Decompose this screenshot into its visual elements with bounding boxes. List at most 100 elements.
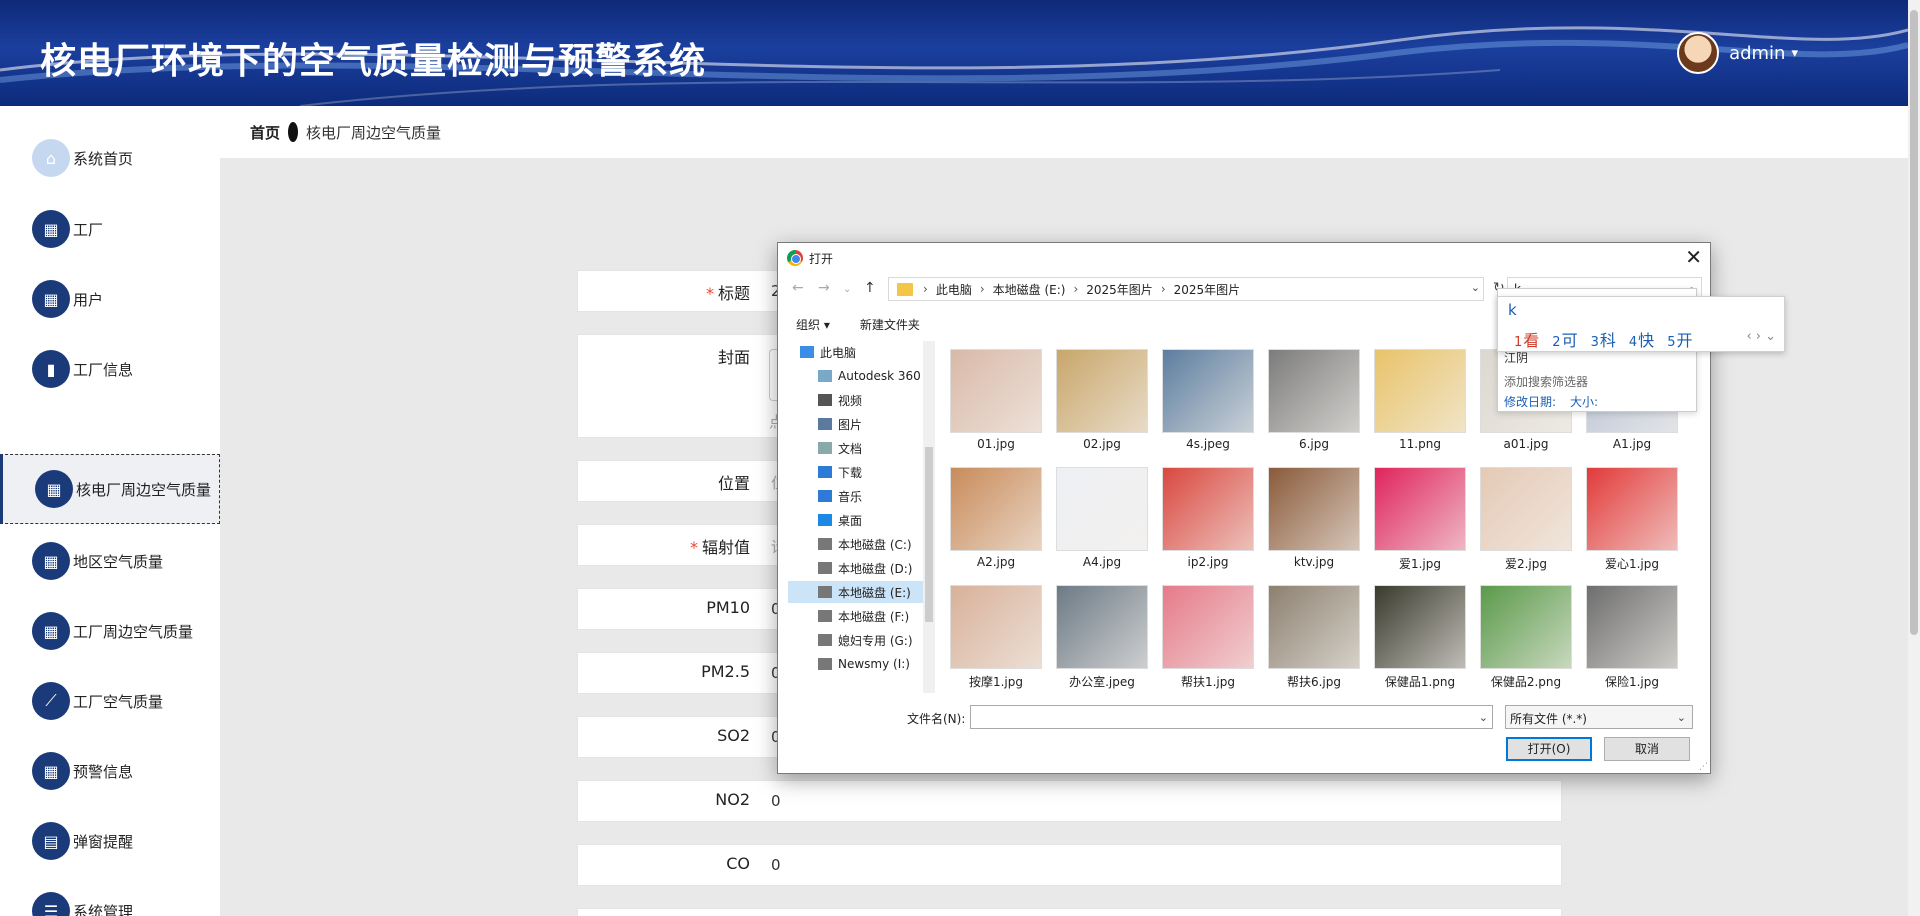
ime-candidate[interactable]: 3科 [1591,327,1616,351]
user-menu[interactable]: admin ▾ [1677,32,1798,74]
sidebar-item-warnings[interactable]: ▦ 预警信息 [0,736,220,806]
file-name[interactable]: ip2.jpg [1160,555,1256,569]
sidebar-item-factory-info[interactable]: ▮ 工厂信息 [0,334,220,404]
filter-size[interactable]: 大小: [1570,393,1598,410]
file-item[interactable]: 保健品2.png [1478,585,1574,690]
file-name[interactable]: 保健品1.png [1372,673,1468,690]
tree-scrollbar-thumb[interactable] [925,447,933,622]
sidebar-item-users[interactable]: ▦ 用户 [0,264,220,334]
file-name[interactable]: 保险1.jpg [1584,673,1680,690]
file-item[interactable]: A2.jpg [948,467,1044,569]
sidebar-item-popup-alerts[interactable]: ▤ 弹窗提醒 [0,806,220,876]
file-item[interactable]: 01.jpg [948,349,1044,451]
tree-item[interactable]: Newsmy (I:) [788,653,923,675]
file-thumbnail[interactable] [1268,349,1360,433]
ime-candidate[interactable]: 1看 [1514,327,1539,351]
file-item[interactable]: 6.jpg [1266,349,1362,451]
chevron-down-icon[interactable]: ⌄ [1479,711,1488,724]
filter-modified-date[interactable]: 修改日期: [1504,393,1556,410]
file-item[interactable]: 爱2.jpg [1478,467,1574,572]
file-item[interactable]: ip2.jpg [1160,467,1256,569]
file-item[interactable]: 保健品1.png [1372,585,1468,690]
file-name[interactable]: 6.jpg [1266,437,1362,451]
file-thumbnail[interactable] [1056,349,1148,433]
tree-item[interactable]: 此电脑 [788,341,923,363]
ime-candidate[interactable]: 4快 [1629,327,1654,351]
breadcrumb-home[interactable]: 首页 [250,122,280,143]
tree-item[interactable]: 音乐 [788,485,923,507]
path-segment[interactable]: 本地磁盘 (E:) [993,281,1066,298]
back-arrow-icon[interactable]: ← [792,280,804,296]
no2-input[interactable]: 0 [771,792,781,810]
file-thumbnail[interactable] [1162,585,1254,669]
page-scrollbar-thumb[interactable] [1910,10,1918,635]
path-segment[interactable]: 此电脑 [936,281,972,298]
file-thumbnail[interactable] [1268,585,1360,669]
tree-item[interactable]: 图片 [788,413,923,435]
sidebar-item-home[interactable]: ⌂ 系统首页 [0,123,220,193]
file-name[interactable]: 4s.jpeg [1160,437,1256,451]
file-thumbnail[interactable] [950,467,1042,551]
address-bar[interactable]: › 此电脑 › 本地磁盘 (E:) › 2025年图片 › 2025年图片 ⌄ [888,277,1484,301]
tree-item[interactable]: 本地磁盘 (F:) [788,605,923,627]
tree-item[interactable]: 本地磁盘 (D:) [788,557,923,579]
tree-item[interactable]: 本地磁盘 (C:) [788,533,923,555]
file-name[interactable]: 保健品2.png [1478,673,1574,690]
file-item[interactable]: 帮扶1.jpg [1160,585,1256,690]
file-name[interactable]: A2.jpg [948,555,1044,569]
file-thumbnail[interactable] [1056,585,1148,669]
file-thumbnail[interactable] [1374,585,1466,669]
filename-input[interactable]: ⌄ [970,705,1493,729]
tree-scrollbar[interactable] [923,341,935,693]
file-item[interactable]: 02.jpg [1054,349,1150,451]
cover-upload-box[interactable] [769,349,777,401]
file-thumbnail[interactable] [1268,467,1360,551]
cancel-button[interactable]: 取消 [1604,737,1690,761]
file-item[interactable]: 爱1.jpg [1372,467,1468,572]
chevron-down-icon[interactable]: ▾ [1791,46,1798,61]
file-name[interactable]: 爱2.jpg [1478,555,1574,572]
page-scrollbar[interactable] [1908,0,1920,916]
file-item[interactable]: 4s.jpeg [1160,349,1256,451]
file-name[interactable]: 帮扶6.jpg [1266,673,1362,690]
username[interactable]: admin [1729,43,1785,64]
file-item[interactable]: 保险1.jpg [1584,585,1680,690]
tree-item[interactable]: 桌面 [788,509,923,531]
ime-candidate[interactable]: 5开 [1667,327,1692,351]
file-name[interactable]: 02.jpg [1054,437,1150,451]
sidebar-item-region-air-quality[interactable]: ▦ 地区空气质量 [0,526,220,596]
file-item[interactable]: 按摩1.jpg [948,585,1044,690]
filetype-value[interactable]: 所有文件 (*.*) [1510,712,1587,726]
chevron-down-icon[interactable]: ⌄ [1677,711,1686,724]
tree-item[interactable]: 视频 [788,389,923,411]
close-icon[interactable]: ✕ [1685,245,1702,269]
tree-item[interactable]: Autodesk 360 [788,365,923,387]
filetype-select[interactable]: 所有文件 (*.*) ⌄ [1505,705,1693,729]
file-thumbnail[interactable] [1374,467,1466,551]
file-thumbnail[interactable] [1374,349,1466,433]
sidebar-item-factory[interactable]: ▦ 工厂 [0,194,220,264]
sidebar-item-nuclear-air-quality[interactable]: ▦ 核电厂周边空气质量 [0,454,220,524]
tree-item[interactable]: 本地磁盘 (E:) [788,581,923,603]
file-name[interactable]: A1.jpg [1584,437,1680,451]
sidebar-item-factory-surrounding-air[interactable]: ▦ 工厂周边空气质量 [0,596,220,666]
co-input[interactable]: 0 [771,856,781,874]
new-folder-button[interactable]: 新建文件夹 [860,316,920,333]
file-name[interactable]: 11.png [1372,437,1468,451]
sidebar-item-system-management[interactable]: ☰ 系统管理 [0,876,220,916]
file-name[interactable]: 帮扶1.jpg [1160,673,1256,690]
file-item[interactable]: 爱心1.jpg [1584,467,1680,572]
tree-item[interactable]: 文档 [788,437,923,459]
path-segment[interactable]: 2025年图片 [1174,281,1241,298]
file-name[interactable]: 爱心1.jpg [1584,555,1680,572]
resize-grip-icon[interactable]: ⋰ [1699,762,1708,772]
avatar[interactable] [1677,32,1720,74]
chevron-down-icon[interactable]: ⌄ [1471,281,1480,294]
up-arrow-icon[interactable]: ↑ [864,280,876,296]
file-thumbnail[interactable] [1586,585,1678,669]
sidebar-item-factory-air[interactable]: ⟋ 工厂空气质量 [0,666,220,736]
file-item[interactable]: A4.jpg [1054,467,1150,569]
forward-arrow-icon[interactable]: → [818,280,830,296]
file-thumbnail[interactable] [1480,585,1572,669]
file-item[interactable]: 帮扶6.jpg [1266,585,1362,690]
